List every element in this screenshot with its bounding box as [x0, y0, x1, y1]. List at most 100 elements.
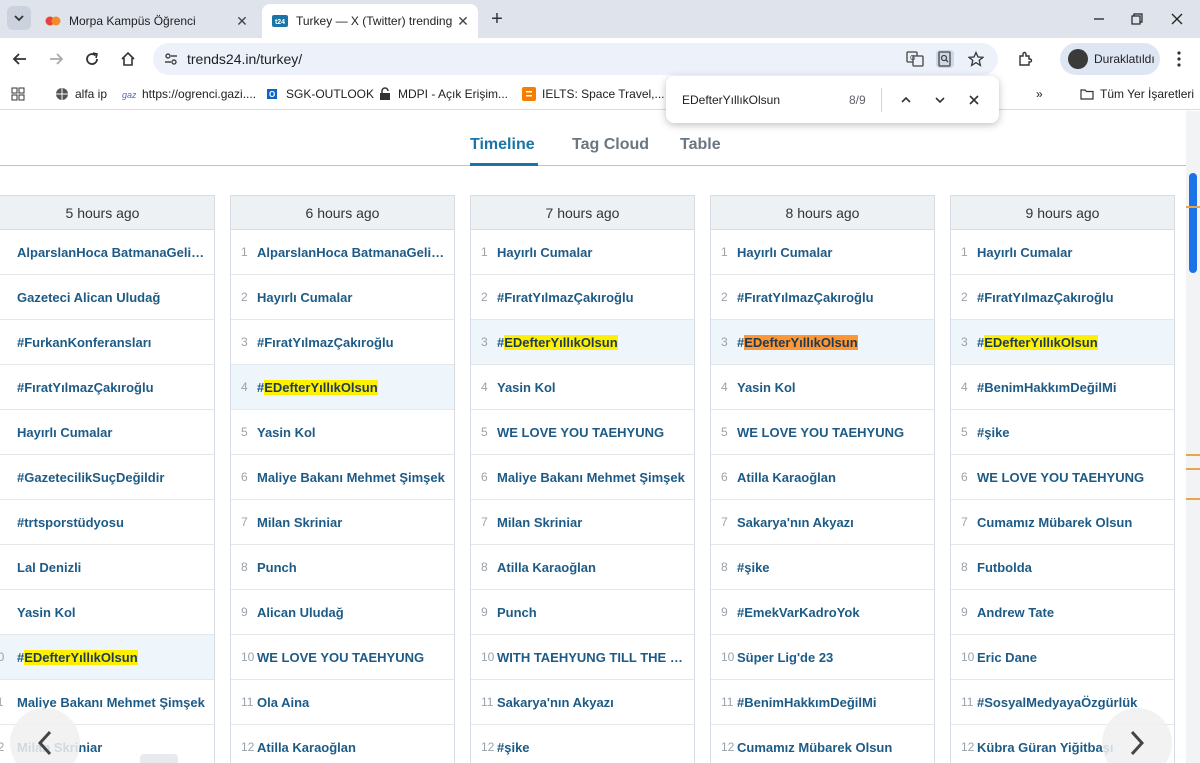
extensions-icon[interactable] — [1013, 47, 1037, 71]
trend-link[interactable]: #BenimHakkımDeğilMi — [977, 380, 1122, 395]
trend-link[interactable]: #EDefterYıllıkOlsun — [257, 379, 384, 395]
bookmark-ogrenci-gazi[interactable]: gazi https://ogrenci.gazi.... — [122, 87, 256, 101]
trend-link[interactable]: Ola Aina — [257, 695, 315, 710]
trend-link[interactable]: #BenimHakkımDeğilMi — [737, 695, 882, 710]
close-tab-icon[interactable]: ✕ — [233, 12, 251, 30]
trend-rank: 11 — [961, 695, 974, 709]
more-bookmarks-icon[interactable]: » — [1036, 87, 1043, 101]
trend-link[interactable]: WE LOVE YOU TAEHYUNG — [977, 470, 1150, 485]
site-settings-icon[interactable] — [162, 50, 180, 68]
trend-link[interactable]: #EDefterYıllıkOlsun — [977, 334, 1104, 350]
trend-link[interactable]: Futbolda — [977, 560, 1038, 575]
trend-link[interactable]: WE LOVE YOU TAEHYUNG — [257, 650, 430, 665]
trend-link[interactable]: Maliye Bakanı Mehmet Şimşek — [497, 470, 691, 485]
trend-link[interactable]: #SosyalMedyayaÖzgürlük — [977, 695, 1143, 710]
scrollbar[interactable] — [1186, 111, 1200, 763]
browser-tab-morpa[interactable]: Morpa Kampüs Öğrenci ✕ — [37, 4, 257, 38]
profile-button[interactable]: Duraklatıldı — [1060, 43, 1160, 75]
close-tab-icon[interactable]: ✕ — [454, 12, 472, 30]
trend-link[interactable]: Kübra Güran Yiğitbaşı — [977, 740, 1120, 755]
trend-link[interactable]: Hayırlı Cumalar — [977, 245, 1078, 260]
trend-link[interactable]: Atilla Karaoğlan — [257, 740, 362, 755]
trend-link[interactable]: #FıratYılmazÇakıroğlu — [257, 335, 400, 350]
trend-link[interactable]: #FıratYılmazÇakıroğlu — [17, 380, 160, 395]
trend-link[interactable]: AlparslanHoca BatmanaGeliyor — [257, 245, 454, 260]
bookmark-alfa-ip[interactable]: alfa ip — [55, 87, 107, 101]
trend-link[interactable]: Milan Skriniar — [497, 515, 588, 530]
trend-link[interactable]: Alican Uludağ — [257, 605, 350, 620]
trend-link[interactable]: Hayırlı Cumalar — [257, 290, 358, 305]
trend-link[interactable]: WE LOVE YOU TAEHYUNG — [497, 425, 670, 440]
trend-link[interactable]: WITH TAEHYUNG TILL THE E… — [497, 650, 694, 665]
menu-kebab-icon[interactable] — [1167, 47, 1191, 71]
trend-link[interactable]: Hayırlı Cumalar — [497, 245, 598, 260]
trend-link[interactable]: AlparslanHoca BatmanaGeliyor — [17, 245, 214, 260]
scroll-to-top-button[interactable] — [140, 754, 178, 763]
translate-icon[interactable]: G — [906, 50, 924, 68]
tab-timeline[interactable]: Timeline — [470, 136, 535, 154]
trend-link[interactable]: #şike — [977, 425, 1016, 440]
trend-link[interactable]: #GazetecilikSuçDeğildir — [17, 470, 170, 485]
all-bookmarks-folder[interactable]: Tüm Yer İşaretleri — [1080, 87, 1194, 101]
trend-link[interactable]: Andrew Tate — [977, 605, 1060, 620]
browser-tab-trends24[interactable]: t24 Turkey — X (Twitter) trending topics… — [262, 4, 478, 38]
trend-link[interactable]: Hayırlı Cumalar — [17, 425, 118, 440]
trend-link[interactable]: Atilla Karaoğlan — [737, 470, 842, 485]
trend-link[interactable]: Sakarya'nın Akyazı — [737, 515, 860, 530]
timeline-column: 6 hours ago 1 AlparslanHoca BatmanaGeliyor… — [230, 195, 455, 763]
trend-link[interactable]: Yasin Kol — [497, 380, 562, 395]
tab-tag-cloud[interactable]: Tag Cloud — [572, 136, 649, 154]
trend-link[interactable]: WE LOVE YOU TAEHYUNG — [737, 425, 910, 440]
trend-link[interactable]: Cumamız Mübarek Olsun — [977, 515, 1138, 530]
trend-link[interactable]: Milan Skriniar — [257, 515, 348, 530]
find-previous-icon[interactable] — [896, 90, 916, 110]
trend-link[interactable]: Yasin Kol — [17, 605, 82, 620]
trend-link[interactable]: #şike — [497, 740, 536, 755]
trend-link[interactable]: Punch — [497, 605, 543, 620]
restore-icon[interactable] — [1126, 8, 1148, 30]
trend-link[interactable]: Cumamız Mübarek Olsun — [737, 740, 898, 755]
apps-grid-icon[interactable] — [11, 87, 25, 101]
trend-link[interactable]: Yasin Kol — [737, 380, 802, 395]
trend-link[interactable]: Gazeteci Alican Uludağ — [17, 290, 166, 305]
bookmark-mdpi[interactable]: MDPI - Açık Erişim... — [378, 87, 508, 101]
trend-rank: 11 — [0, 695, 17, 709]
trend-link[interactable]: Sakarya'nın Akyazı — [497, 695, 620, 710]
trend-link[interactable]: Eric Dane — [977, 650, 1043, 665]
trend-link[interactable]: #FıratYılmazÇakıroğlu — [737, 290, 880, 305]
tab-table[interactable]: Table — [680, 136, 721, 154]
forward-icon[interactable] — [44, 47, 68, 71]
trend-link[interactable]: #EmekVarKadroYok — [737, 605, 866, 620]
bookmark-sgk-outlook[interactable]: O SGK-OUTLOOK — [266, 87, 374, 101]
trend-link[interactable]: #FurkanKonferansları — [17, 335, 157, 350]
find-input[interactable]: EDefterYıllıkOlsun — [682, 93, 780, 107]
trend-link[interactable]: #EDefterYıllıkOlsun — [17, 649, 144, 665]
trend-link[interactable]: #EDefterYıllıkOlsun — [737, 334, 864, 350]
find-close-icon[interactable] — [964, 90, 984, 110]
back-icon[interactable] — [8, 47, 32, 71]
home-icon[interactable] — [116, 47, 140, 71]
find-next-icon[interactable] — [930, 90, 950, 110]
trend-link[interactable]: Süper Lig'de 23 — [737, 650, 839, 665]
find-in-page-icon[interactable] — [936, 50, 954, 68]
trend-link[interactable]: Atilla Karaoğlan — [497, 560, 602, 575]
trend-link[interactable]: Lal Denizli — [17, 560, 87, 575]
trend-link[interactable]: #FıratYılmazÇakıroğlu — [977, 290, 1120, 305]
address-bar[interactable]: trends24.in/turkey/ G — [153, 43, 998, 75]
trend-link[interactable]: #trtsporstüdyosu — [17, 515, 130, 530]
trend-link[interactable]: Hayırlı Cumalar — [737, 245, 838, 260]
trend-link[interactable]: #EDefterYıllıkOlsun — [497, 334, 624, 350]
close-window-icon[interactable] — [1166, 8, 1188, 30]
trend-link[interactable]: Maliye Bakanı Mehmet Şimşek — [257, 470, 451, 485]
reload-icon[interactable] — [80, 47, 104, 71]
bookmark-ielts[interactable]: IELTS: Space Travel,... — [522, 87, 665, 101]
new-tab-button[interactable]: + — [486, 8, 508, 30]
minimize-icon[interactable] — [1088, 8, 1110, 30]
scrollbar-thumb[interactable] — [1189, 173, 1197, 273]
bookmark-star-icon[interactable] — [967, 50, 985, 68]
trend-link[interactable]: Punch — [257, 560, 303, 575]
trend-link[interactable]: #şike — [737, 560, 776, 575]
tab-search-button[interactable] — [7, 6, 31, 30]
trend-link[interactable]: Yasin Kol — [257, 425, 322, 440]
trend-link[interactable]: #FıratYılmazÇakıroğlu — [497, 290, 640, 305]
